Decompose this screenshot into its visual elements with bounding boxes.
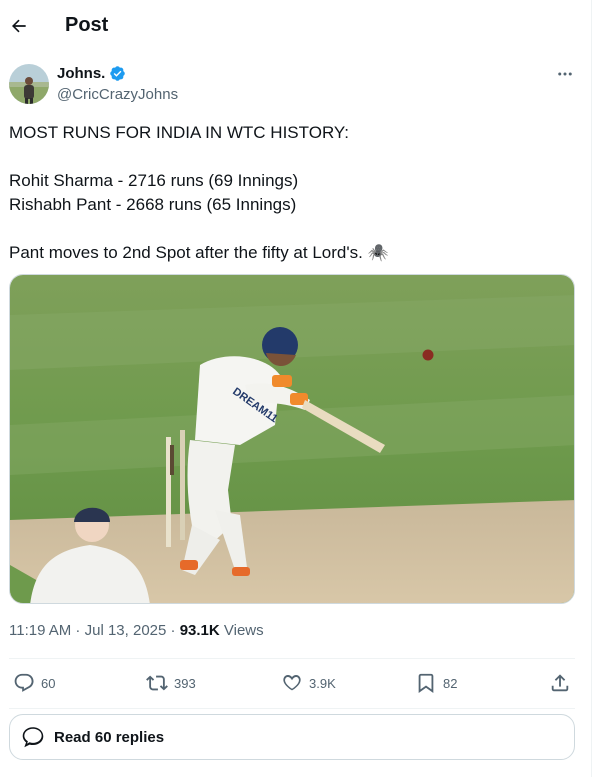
read-replies-label: Read 60 replies <box>54 728 165 746</box>
post-page: Post Johns. @CricCrazyJohns MOST RUNS FO… <box>0 0 592 777</box>
author-name[interactable]: Johns. <box>57 65 105 82</box>
reply-icon <box>14 673 34 692</box>
verified-badge-icon <box>110 66 126 81</box>
tweet-date[interactable]: Jul 13, 2025 <box>85 622 167 639</box>
read-replies-button[interactable]: Read 60 replies <box>9 714 575 760</box>
like-count: 3.9K <box>309 675 336 691</box>
tweet-line: Rishabh Pant - 2668 runs (65 Innings) <box>9 195 297 214</box>
tweet-line: Pant moves to 2nd Spot after the fifty a… <box>9 243 389 262</box>
meta-separator: · <box>166 622 180 639</box>
meta-separator: · <box>71 622 85 639</box>
reply-button[interactable]: 60 <box>13 672 55 694</box>
tweet-photo[interactable]: DREAM11 <box>9 274 575 604</box>
avatar[interactable] <box>9 64 49 104</box>
more-icon[interactable] <box>554 64 576 84</box>
repost-button[interactable]: 393 <box>146 672 196 694</box>
chat-bubble-icon <box>22 727 44 748</box>
author-name-row: Johns. <box>57 65 126 82</box>
tweet-meta: 11:19 AM · Jul 13, 2025 · 93.1K Views <box>9 622 264 639</box>
bookmark-count: 82 <box>443 675 458 691</box>
repost-count: 393 <box>174 675 196 691</box>
views-label: Views <box>219 622 264 639</box>
author-handle[interactable]: @CricCrazyJohns <box>57 86 178 103</box>
tweet-line: MOST RUNS FOR INDIA IN WTC HISTORY: <box>9 123 350 142</box>
bookmark-icon <box>418 673 434 693</box>
header: Post <box>0 0 592 52</box>
tweet-text: MOST RUNS FOR INDIA IN WTC HISTORY: Rohi… <box>9 121 579 265</box>
page-title: Post <box>65 14 109 36</box>
repost-icon <box>146 675 168 691</box>
like-icon <box>283 674 301 691</box>
like-button[interactable]: 3.9K <box>281 672 336 694</box>
bookmark-button[interactable]: 82 <box>415 672 457 694</box>
share-icon <box>551 674 569 692</box>
tweet-line: Rohit Sharma - 2716 runs (69 Innings) <box>9 171 299 190</box>
divider <box>9 658 575 659</box>
views-count: 93.1K <box>179 622 220 639</box>
share-button[interactable] <box>549 672 571 694</box>
action-bar: 60 393 3.9K 82 <box>9 672 579 696</box>
tweet-time[interactable]: 11:19 AM <box>9 622 71 639</box>
reply-count: 60 <box>41 675 56 691</box>
divider <box>9 708 575 709</box>
back-arrow-icon[interactable] <box>9 16 29 36</box>
